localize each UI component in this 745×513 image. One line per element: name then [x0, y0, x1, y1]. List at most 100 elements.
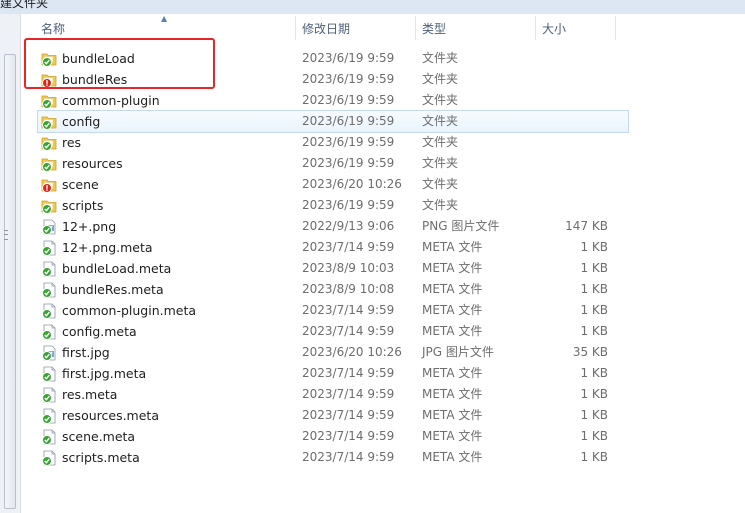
image-file-synced-icon — [41, 219, 57, 235]
file-row[interactable]: scene 2023/6/20 10:26 文件夹 — [21, 174, 745, 195]
folder-synced-icon — [41, 198, 57, 214]
file-synced-icon — [41, 240, 57, 256]
file-modified-date: 2023/8/9 10:03 — [302, 261, 395, 275]
file-row[interactable]: scene.meta 2023/7/14 9:59 META 文件 1 KB — [21, 426, 745, 447]
file-modified-date: 2023/6/20 10:26 — [302, 177, 402, 191]
file-type: 文件夹 — [422, 114, 459, 128]
file-row[interactable]: resources.meta 2023/7/14 9:59 META 文件 1 KB — [21, 405, 745, 426]
file-row[interactable]: common-plugin 2023/6/19 9:59 文件夹 — [21, 90, 745, 111]
file-size: 1 KB — [580, 450, 608, 464]
file-type: PNG 图片文件 — [422, 219, 500, 233]
file-row[interactable]: config.meta 2023/7/14 9:59 META 文件 1 KB — [21, 321, 745, 342]
column-header-bar: ▲ 名称 修改日期 类型 大小 — [21, 15, 745, 40]
file-type: META 文件 — [422, 366, 483, 380]
file-synced-icon — [41, 366, 57, 382]
file-row[interactable]: scripts 2023/6/19 9:59 文件夹 — [21, 195, 745, 216]
file-synced-icon — [41, 261, 57, 277]
file-row[interactable]: bundleRes.meta 2023/8/9 10:08 META 文件 1 KB — [21, 279, 745, 300]
file-size: 1 KB — [580, 387, 608, 401]
file-row[interactable]: first.jpg 2023/6/20 10:26 JPG 图片文件 35 KB — [21, 342, 745, 363]
file-name: 12+.png.meta — [62, 240, 153, 255]
navigation-pane-scrollbar[interactable] — [0, 14, 21, 513]
column-header-type[interactable]: 类型 — [416, 16, 536, 40]
file-name: bundleRes.meta — [62, 282, 164, 297]
file-synced-icon — [41, 303, 57, 319]
file-modified-date: 2023/6/19 9:59 — [302, 93, 395, 107]
window-title-strip: 建文件夹 — [0, 0, 745, 14]
file-modified-date: 2023/6/19 9:59 — [302, 135, 395, 149]
file-row[interactable]: 12+.png.meta 2023/7/14 9:59 META 文件 1 KB — [21, 237, 745, 258]
file-modified-date: 2023/7/14 9:59 — [302, 366, 395, 380]
file-synced-icon — [41, 324, 57, 340]
folder-conflict-icon — [41, 177, 57, 193]
file-synced-icon — [41, 429, 57, 445]
file-size: 1 KB — [580, 261, 608, 275]
folder-synced-icon — [41, 135, 57, 151]
file-type: META 文件 — [422, 282, 483, 296]
file-row[interactable]: resources 2023/6/19 9:59 文件夹 — [21, 153, 745, 174]
file-name: common-plugin.meta — [62, 303, 197, 318]
file-modified-date: 2023/6/19 9:59 — [302, 114, 395, 128]
file-name: common-plugin — [62, 93, 160, 108]
file-type: META 文件 — [422, 408, 483, 422]
file-type: JPG 图片文件 — [422, 345, 494, 359]
file-type: META 文件 — [422, 240, 483, 254]
file-modified-date: 2023/7/14 9:59 — [302, 240, 395, 254]
folder-synced-icon — [41, 156, 57, 172]
file-type: 文件夹 — [422, 198, 459, 212]
file-type: 文件夹 — [422, 177, 459, 191]
file-type: META 文件 — [422, 261, 483, 275]
file-modified-date: 2023/6/19 9:59 — [302, 156, 395, 170]
window-title-fragment: 建文件夹 — [0, 0, 49, 10]
file-name: bundleLoad.meta — [62, 261, 172, 276]
file-type: 文件夹 — [422, 156, 459, 170]
file-modified-date: 2023/7/14 9:59 — [302, 387, 395, 401]
annotation-highlight-box — [24, 38, 215, 89]
file-size: 1 KB — [580, 429, 608, 443]
file-type: META 文件 — [422, 387, 483, 401]
file-type: META 文件 — [422, 303, 483, 317]
file-row[interactable]: 12+.png 2022/9/13 9:06 PNG 图片文件 147 KB — [21, 216, 745, 237]
file-row[interactable]: config 2023/6/19 9:59 文件夹 — [37, 110, 629, 133]
file-name: scene.meta — [62, 429, 136, 444]
file-row[interactable]: res.meta 2023/7/14 9:59 META 文件 1 KB — [21, 384, 745, 405]
file-type: META 文件 — [422, 429, 483, 443]
file-type: 文件夹 — [422, 51, 459, 65]
file-row[interactable]: first.jpg.meta 2023/7/14 9:59 META 文件 1 KB — [21, 363, 745, 384]
scrollbar-grip-icon — [4, 230, 8, 240]
file-size: 1 KB — [580, 324, 608, 338]
file-size: 1 KB — [580, 282, 608, 296]
scrollbar-thumb[interactable] — [4, 54, 16, 509]
file-type: 文件夹 — [422, 72, 459, 86]
column-header-name[interactable]: 名称 — [21, 16, 296, 40]
file-name: config — [62, 114, 101, 129]
file-name: scripts — [62, 198, 104, 213]
file-modified-date: 2023/7/14 9:59 — [302, 429, 395, 443]
file-row[interactable]: res 2023/6/19 9:59 文件夹 — [21, 132, 745, 153]
file-name: res — [62, 135, 82, 150]
file-type: META 文件 — [422, 450, 483, 464]
file-row[interactable]: scripts.meta 2023/7/14 9:59 META 文件 1 KB — [21, 447, 745, 468]
folder-synced-icon — [41, 114, 57, 130]
column-header-size[interactable]: 大小 — [536, 16, 616, 40]
file-modified-date: 2023/7/14 9:59 — [302, 324, 395, 338]
file-name: scene — [62, 177, 99, 192]
file-name: first.jpg — [62, 345, 110, 360]
file-type: META 文件 — [422, 324, 483, 338]
file-size: 1 KB — [580, 240, 608, 254]
file-list: bundleLoad 2023/6/19 9:59 文件夹 bundleRes 2023… — [21, 48, 745, 468]
folder-synced-icon — [41, 93, 57, 109]
file-size: 1 KB — [580, 408, 608, 422]
file-name: resources — [62, 156, 123, 171]
file-name: 12+.png — [62, 219, 117, 234]
file-synced-icon — [41, 387, 57, 403]
file-synced-icon — [41, 282, 57, 298]
file-row[interactable]: bundleLoad.meta 2023/8/9 10:03 META 文件 1 KB — [21, 258, 745, 279]
file-modified-date: 2023/8/9 10:08 — [302, 282, 395, 296]
file-type: 文件夹 — [422, 135, 459, 149]
column-header-date[interactable]: 修改日期 — [296, 16, 416, 40]
file-name: scripts.meta — [62, 450, 140, 465]
file-row[interactable]: common-plugin.meta 2023/7/14 9:59 META 文件 1… — [21, 300, 745, 321]
file-size: 1 KB — [580, 366, 608, 380]
file-size: 35 KB — [572, 345, 608, 359]
